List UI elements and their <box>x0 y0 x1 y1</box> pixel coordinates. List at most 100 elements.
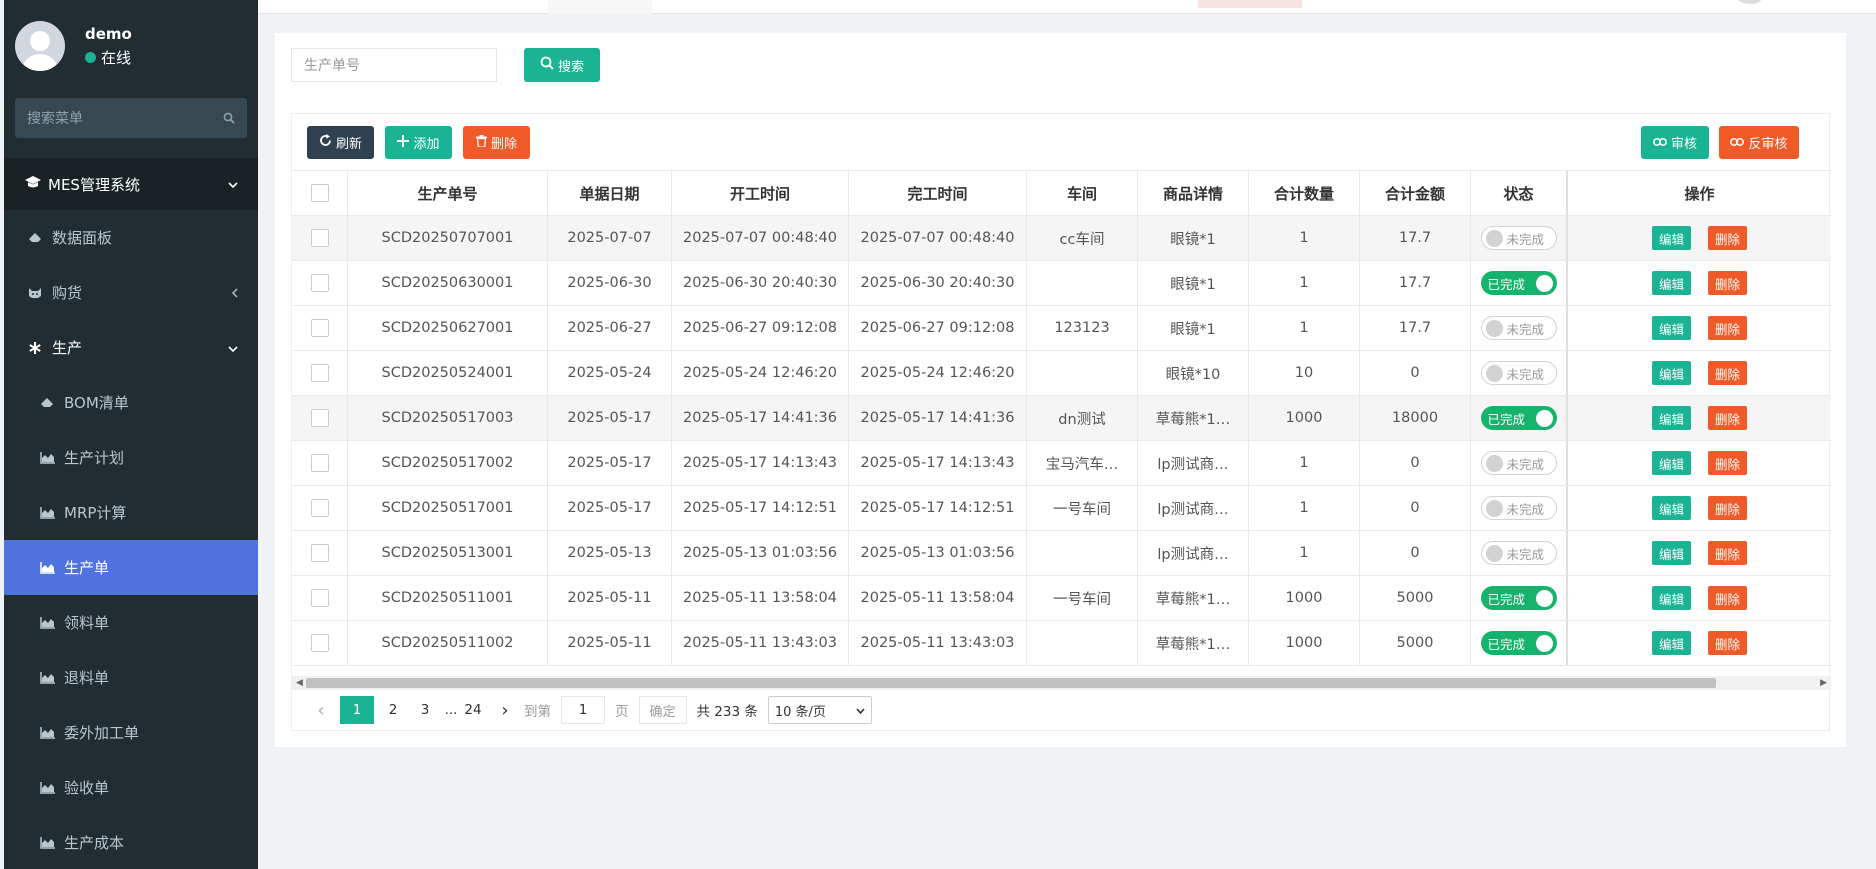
col-end-time[interactable]: 完工时间 <box>849 171 1027 215</box>
next-page-icon[interactable]: › <box>492 696 518 724</box>
status-toggle[interactable]: 已完成 <box>1480 406 1557 430</box>
table-row[interactable]: SCD20250524001 2025-05-24 2025-05-24 12:46… <box>292 351 1831 396</box>
prev-page-icon[interactable]: ‹ <box>308 696 334 724</box>
unaudit-button[interactable]: 反审核 <box>1719 126 1799 159</box>
col-date[interactable]: 单据日期 <box>548 171 672 215</box>
sidebar-item-outsourcing[interactable]: 委外加工单 <box>4 705 258 760</box>
edit-button[interactable]: 编辑 <box>1651 271 1691 295</box>
refresh-button[interactable]: 刷新 <box>307 126 374 159</box>
table-row[interactable]: SCD20250517002 2025-05-17 2025-05-17 14:13… <box>292 441 1831 486</box>
sidebar-item-production[interactable]: 生产 <box>4 320 258 375</box>
sidebar-item-plan[interactable]: 生产计划 <box>4 430 258 485</box>
chevron-down-icon <box>228 339 238 357</box>
select-all-checkbox[interactable] <box>310 184 329 202</box>
page-size-select[interactable]: 10 条/页 <box>767 696 872 724</box>
sidebar-item-acceptance[interactable]: 验收单 <box>4 760 258 815</box>
table-row[interactable]: SCD20250511002 2025-05-11 2025-05-11 13:43… <box>292 621 1831 666</box>
status-toggle[interactable]: 未完成 <box>1480 541 1557 565</box>
edit-button[interactable]: 编辑 <box>1651 586 1691 610</box>
goto-page-input[interactable]: 1 <box>561 696 605 724</box>
status-toggle[interactable]: 已完成 <box>1480 271 1557 295</box>
search-button[interactable]: 搜索 <box>524 48 600 82</box>
order-number-input[interactable]: 生产单号 <box>291 48 497 82</box>
row-checkbox[interactable] <box>310 409 329 427</box>
table-row[interactable]: SCD20250513001 2025-05-13 2025-05-13 01:03… <box>292 531 1831 576</box>
scroll-left-icon[interactable]: ◀ <box>296 678 303 688</box>
remove-button[interactable]: 删除 <box>1708 271 1748 295</box>
page-24[interactable]: 24 <box>460 696 486 724</box>
sidebar-item-material-return[interactable]: 退料单 <box>4 650 258 705</box>
row-checkbox[interactable] <box>310 229 329 247</box>
status-toggle[interactable]: 未完成 <box>1480 361 1557 385</box>
cell-end-time: 2025-06-27 09:12:08 <box>849 306 1027 350</box>
table-row[interactable]: SCD20250707001 2025-07-07 2025-07-07 00:48… <box>292 216 1831 261</box>
horizontal-scrollbar[interactable]: ◀ ▶ <box>292 676 1831 690</box>
col-start-time[interactable]: 开工时间 <box>672 171 849 215</box>
table-row[interactable]: SCD20250517001 2025-05-17 2025-05-17 14:12… <box>292 486 1831 531</box>
menu-system-title[interactable]: MES管理系统 <box>4 158 258 210</box>
sidebar-item-production-cost[interactable]: 生产成本 <box>4 815 258 869</box>
remove-button[interactable]: 删除 <box>1708 541 1748 565</box>
sidebar-item-mrp[interactable]: MRP计算 <box>4 485 258 540</box>
remove-button[interactable]: 删除 <box>1708 451 1748 475</box>
table-row[interactable]: SCD20250627001 2025-06-27 2025-06-27 09:12… <box>292 306 1831 351</box>
sidebar-item-production-order[interactable]: 生产单 <box>4 540 258 595</box>
col-amount[interactable]: 合计金额 <box>1360 171 1471 215</box>
sidebar-item-dashboard[interactable]: 数据面板 <box>4 210 258 265</box>
edit-button[interactable]: 编辑 <box>1651 496 1691 520</box>
edit-button[interactable]: 编辑 <box>1651 541 1691 565</box>
row-checkbox[interactable] <box>310 454 329 472</box>
add-button[interactable]: 添加 <box>385 126 452 159</box>
col-order-no[interactable]: 生产单号 <box>348 171 548 215</box>
col-goods[interactable]: 商品详情 <box>1138 171 1249 215</box>
search-icon[interactable] <box>223 112 235 124</box>
remove-button[interactable]: 删除 <box>1708 631 1748 655</box>
user-avatar-top[interactable] <box>1738 0 1762 4</box>
status-toggle[interactable]: 已完成 <box>1480 586 1557 610</box>
goto-confirm-button[interactable]: 确定 <box>638 696 687 724</box>
row-checkbox[interactable] <box>310 634 329 652</box>
row-checkbox[interactable] <box>310 499 329 517</box>
col-qty[interactable]: 合计数量 <box>1249 171 1360 215</box>
row-checkbox[interactable] <box>310 274 329 292</box>
delete-button[interactable]: 删除 <box>463 126 530 159</box>
edit-button[interactable]: 编辑 <box>1651 631 1691 655</box>
edit-button[interactable]: 编辑 <box>1651 451 1691 475</box>
edit-button[interactable]: 编辑 <box>1651 406 1691 430</box>
scrollbar-thumb[interactable] <box>306 678 1716 688</box>
remove-button[interactable]: 删除 <box>1708 586 1748 610</box>
remove-button[interactable]: 删除 <box>1708 496 1748 520</box>
row-checkbox[interactable] <box>310 544 329 562</box>
top-tab[interactable] <box>548 0 652 14</box>
status-toggle[interactable]: 未完成 <box>1480 226 1557 250</box>
table-row[interactable]: SCD20250630001 2025-06-30 2025-06-30 20:40… <box>292 261 1831 306</box>
remove-button[interactable]: 删除 <box>1708 361 1748 385</box>
row-checkbox[interactable] <box>310 364 329 382</box>
table-row[interactable]: SCD20250511001 2025-05-11 2025-05-11 13:58… <box>292 576 1831 621</box>
sidebar-item-bom[interactable]: BOM清单 <box>4 375 258 430</box>
top-tab-highlight[interactable] <box>1198 0 1302 8</box>
status-toggle[interactable]: 未完成 <box>1480 451 1557 475</box>
menu-search-input[interactable]: 搜索菜单 <box>15 98 247 138</box>
status-toggle[interactable]: 未完成 <box>1480 496 1557 520</box>
status-toggle[interactable]: 已完成 <box>1480 631 1557 655</box>
page-3[interactable]: 3 <box>412 696 438 724</box>
col-status[interactable]: 状态 <box>1471 171 1568 215</box>
status-toggle[interactable]: 未完成 <box>1480 316 1557 340</box>
page-2[interactable]: 2 <box>380 696 406 724</box>
sidebar-item-purchase[interactable]: 购货 <box>4 265 258 320</box>
remove-button[interactable]: 删除 <box>1708 226 1748 250</box>
scroll-right-icon[interactable]: ▶ <box>1820 678 1827 688</box>
audit-button[interactable]: 审核 <box>1641 126 1709 159</box>
remove-button[interactable]: 删除 <box>1708 316 1748 340</box>
table-row[interactable]: SCD20250517003 2025-05-17 2025-05-17 14:41… <box>292 396 1831 441</box>
row-checkbox[interactable] <box>310 589 329 607</box>
col-workshop[interactable]: 车间 <box>1027 171 1138 215</box>
edit-button[interactable]: 编辑 <box>1651 316 1691 340</box>
remove-button[interactable]: 删除 <box>1708 406 1748 430</box>
edit-button[interactable]: 编辑 <box>1651 226 1691 250</box>
page-1[interactable]: 1 <box>340 696 374 724</box>
sidebar-item-material-requisition[interactable]: 领料单 <box>4 595 258 650</box>
row-checkbox[interactable] <box>310 319 329 337</box>
edit-button[interactable]: 编辑 <box>1651 361 1691 385</box>
